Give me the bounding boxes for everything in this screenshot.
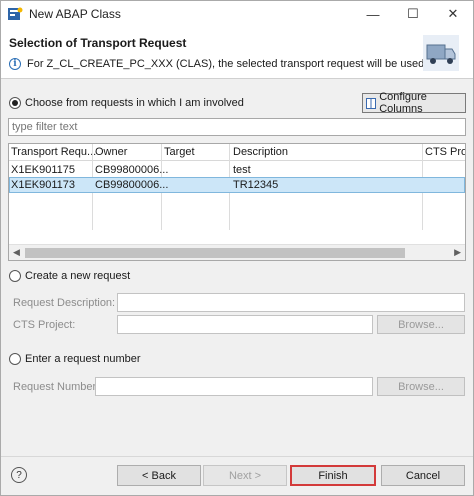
columns-icon: [366, 97, 377, 109]
dialog-window: New ABAP Class — ☐ ✕ Selection of Transp…: [0, 0, 474, 496]
enter-request-number-option[interactable]: Enter a request number: [9, 353, 141, 365]
back-button[interactable]: < Back: [117, 465, 201, 486]
table-row-selected[interactable]: X1EK901173 CB99800006... TR12345: [9, 177, 465, 193]
filter-input[interactable]: [8, 118, 466, 136]
eclipse-app-icon: [8, 7, 23, 20]
horizontal-scrollbar[interactable]: ◀ ▶: [9, 244, 465, 260]
request-number-label: Request Number:: [13, 381, 100, 393]
enter-request-number-label: Enter a request number: [25, 353, 141, 365]
radio-button-checked[interactable]: [9, 97, 21, 109]
info-icon: i: [9, 58, 21, 70]
transport-request-table: Transport Requ... Owner Target Descripti…: [8, 143, 466, 261]
close-icon[interactable]: ✕: [433, 1, 473, 27]
radio-button[interactable]: [9, 270, 21, 282]
request-number-browse-button[interactable]: Browse...: [377, 377, 465, 396]
configure-columns-label: Configure Columns: [379, 91, 427, 115]
column-header-request[interactable]: Transport Requ...: [11, 146, 96, 158]
scroll-right-icon[interactable]: ▶: [454, 247, 461, 258]
transport-truck-icon: [423, 35, 459, 71]
cell-request: X1EK901173: [11, 179, 76, 191]
cts-project-field[interactable]: [117, 315, 373, 334]
table-header: Transport Requ... Owner Target Descripti…: [9, 144, 465, 161]
radio-button[interactable]: [9, 353, 21, 365]
create-new-request-label: Create a new request: [25, 270, 131, 282]
column-header-target[interactable]: Target: [164, 146, 195, 158]
minimize-icon[interactable]: —: [353, 1, 393, 27]
wizard-header: Selection of Transport Request i For Z_C…: [1, 27, 473, 79]
request-description-label: Request Description: *: [13, 297, 123, 309]
cell-request: X1EK901175: [11, 164, 76, 176]
finish-button[interactable]: Finish: [290, 465, 376, 486]
cts-browse-button[interactable]: Browse...: [377, 315, 465, 334]
scrollbar-thumb[interactable]: [25, 248, 405, 258]
info-message: i For Z_CL_CREATE_PC_XXX (CLAS), the sel…: [9, 58, 424, 70]
cell-description: test: [233, 164, 251, 176]
create-new-request-option[interactable]: Create a new request: [9, 270, 130, 282]
request-description-field[interactable]: [117, 293, 465, 312]
choose-involved-label: Choose from requests in which I am invol…: [25, 97, 244, 109]
scroll-left-icon[interactable]: ◀: [13, 247, 20, 258]
configure-columns-button[interactable]: Configure Columns: [362, 91, 466, 115]
page-title: Selection of Transport Request: [9, 36, 187, 50]
table-row[interactable]: X1EK901175 CB99800006... test: [9, 162, 465, 178]
maximize-icon[interactable]: ☐: [393, 1, 433, 27]
cell-owner: CB99800006...: [95, 179, 169, 191]
info-message-text: For Z_CL_CREATE_PC_XXX (CLAS), the selec…: [27, 58, 425, 70]
column-header-description[interactable]: Description: [233, 146, 288, 158]
cell-owner: CB99800006...: [95, 164, 169, 176]
title-bar: New ABAP Class — ☐ ✕: [1, 1, 473, 27]
window-title: New ABAP Class: [29, 7, 121, 21]
column-header-owner[interactable]: Owner: [95, 146, 127, 158]
next-button[interactable]: Next >: [203, 465, 287, 486]
cts-project-label: CTS Project:: [13, 319, 76, 331]
cancel-button[interactable]: Cancel: [381, 465, 465, 486]
request-number-field[interactable]: [95, 377, 373, 396]
column-header-cts-project[interactable]: CTS Proje: [425, 146, 465, 158]
choose-involved-option[interactable]: Choose from requests in which I am invol…: [9, 97, 244, 109]
cell-description: TR12345: [233, 179, 279, 191]
footer-divider: [1, 456, 473, 457]
help-icon[interactable]: ?: [11, 467, 27, 483]
